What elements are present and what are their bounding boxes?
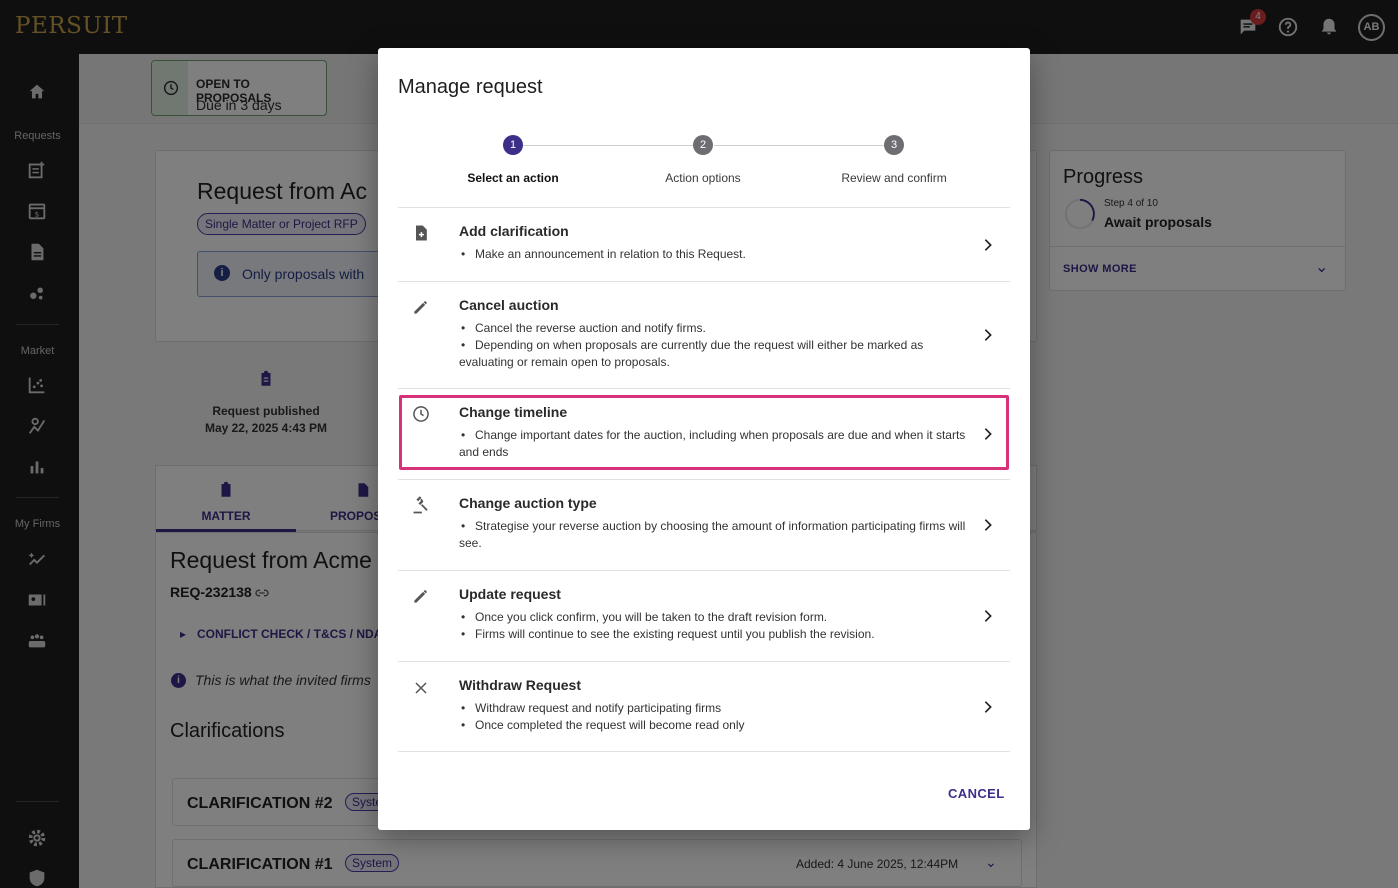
option-bullet: Change important dates for the auction, …: [459, 427, 979, 461]
option-title: Cancel auction: [459, 297, 559, 313]
option-change-auction-type[interactable]: Change auction type Strategise your reve…: [398, 479, 1010, 570]
option-bullet: Once completed the request will become r…: [459, 717, 979, 734]
option-bullet: Withdraw request and notify participatin…: [459, 700, 979, 717]
step-1-indicator: 1: [503, 135, 523, 155]
option-change-timeline[interactable]: Change timeline Change important dates f…: [398, 388, 1010, 479]
chevron-right-icon[interactable]: [980, 517, 996, 533]
option-description: Make an announcement in relation to this…: [459, 246, 979, 263]
option-bullet: Once you click confirm, you will be take…: [459, 609, 979, 626]
option-add-clarification[interactable]: Add clarification Make an announcement i…: [398, 207, 1010, 281]
option-title: Update request: [459, 586, 561, 602]
chevron-right-icon[interactable]: [980, 608, 996, 624]
option-bullet: Make an announcement in relation to this…: [459, 246, 979, 263]
stepper-connector: [714, 145, 884, 146]
option-description: Change important dates for the auction, …: [459, 427, 979, 461]
option-description: Strategise your reverse auction by choos…: [459, 518, 979, 552]
step-2-indicator: 2: [693, 135, 713, 155]
stepper-connector: [523, 145, 693, 146]
option-bullet: Cancel the reverse auction and notify fi…: [459, 320, 979, 337]
option-title: Withdraw Request: [459, 677, 581, 693]
option-title: Change auction type: [459, 495, 597, 511]
chevron-right-icon[interactable]: [980, 426, 996, 442]
option-title: Change timeline: [459, 404, 568, 420]
close-icon: [411, 678, 431, 698]
chevron-right-icon[interactable]: [980, 327, 996, 343]
step-3-label: Review and confirm: [841, 171, 947, 185]
option-cancel-auction[interactable]: Cancel auction Cancel the reverse auctio…: [398, 281, 1010, 388]
option-update-request[interactable]: Update request Once you click confirm, y…: [398, 570, 1010, 661]
option-description: Once you click confirm, you will be take…: [459, 609, 979, 643]
add-document-icon: [411, 223, 431, 243]
clock-icon: [411, 404, 431, 424]
cancel-button[interactable]: CANCEL: [948, 786, 1005, 801]
option-description: Withdraw request and notify participatin…: [459, 700, 979, 734]
option-bullet: Strategise your reverse auction by choos…: [459, 518, 979, 552]
option-description: Cancel the reverse auction and notify fi…: [459, 320, 979, 371]
pencil-icon: [411, 297, 431, 317]
gavel-icon: [411, 495, 431, 515]
step-3-indicator: 3: [884, 135, 904, 155]
option-title: Add clarification: [459, 223, 569, 239]
manage-request-modal: Manage request 1 2 3 Select an action Ac…: [378, 48, 1030, 830]
step-1-label: Select an action: [467, 171, 559, 185]
chevron-right-icon[interactable]: [980, 237, 996, 253]
option-bullet: Depending on when proposals are currentl…: [459, 337, 979, 371]
modal-title: Manage request: [398, 76, 543, 98]
option-bullet: Firms will continue to see the existing …: [459, 626, 979, 643]
options-bottom-divider: [398, 751, 1010, 752]
option-withdraw-request[interactable]: Withdraw Request Withdraw request and no…: [398, 661, 1010, 751]
chevron-right-icon[interactable]: [980, 699, 996, 715]
step-2-label: Action options: [665, 171, 741, 185]
pencil-icon: [411, 586, 431, 606]
